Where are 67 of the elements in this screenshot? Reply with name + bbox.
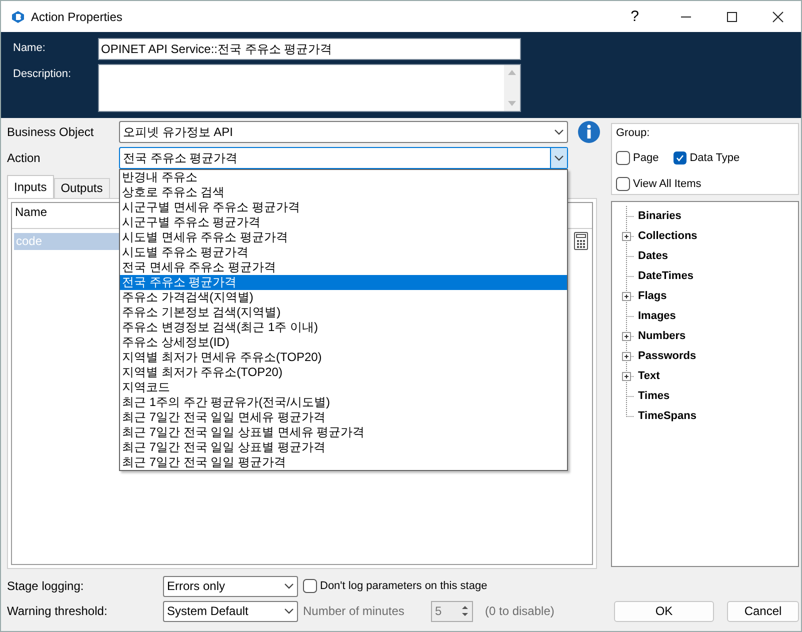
app-logo-icon — [11, 10, 25, 24]
stage-logging-label: Stage logging: — [7, 579, 85, 593]
hint-text: (0 to disable) — [485, 604, 554, 618]
dropdown-option[interactable]: 시군구별 면세유 주유소 평균가격 — [120, 200, 567, 215]
tree-item[interactable]: Passwords — [638, 350, 696, 362]
expand-icon[interactable] — [620, 346, 636, 366]
tree-item[interactable]: DateTimes — [638, 270, 694, 282]
dropdown-option[interactable]: 시군구별 주유소 평균가격 — [120, 215, 567, 230]
tree-item[interactable]: Dates — [638, 250, 668, 262]
name-field[interactable]: OPINET API Service::전국 주유소 평균가격 — [98, 38, 521, 60]
dropdown-option[interactable]: 최근 7일간 전국 일일 평균가격 — [120, 455, 567, 470]
dropdown-option[interactable]: 전국 면세유 주유소 평균가격 — [120, 260, 567, 275]
tree-item[interactable]: Text — [638, 370, 660, 382]
dialog-button[interactable]: Cancel — [727, 600, 799, 622]
dropdown-option[interactable]: 최근 7일간 전국 일일 면세유 평균가격 — [120, 410, 567, 425]
dialog-button[interactable]: OK — [614, 600, 714, 622]
tab[interactable]: Outputs — [54, 178, 110, 198]
window-title: Action Properties — [31, 10, 122, 24]
column-header: Name — [15, 205, 48, 219]
dropdown-option[interactable]: 지역코드 — [120, 380, 567, 395]
dropdown[interactable]: 전국 주유소 평균가격 — [119, 147, 568, 169]
expand-icon[interactable] — [620, 326, 636, 346]
checkbox[interactable] — [303, 579, 317, 593]
minutes-label: Number of minutes — [303, 604, 406, 618]
expand-icon[interactable] — [620, 226, 636, 246]
tree-item[interactable]: Flags — [638, 290, 667, 302]
tree-item[interactable]: Times — [638, 390, 670, 402]
dropdown-option[interactable]: 최근 1주의 주간 평균유가(전국/시도별) — [120, 395, 567, 410]
checkbox[interactable] — [672, 151, 687, 165]
checkbox-label[interactable]: Page — [633, 152, 659, 164]
checkbox[interactable] — [616, 177, 630, 191]
action-label: Action — [7, 151, 42, 165]
description-field[interactable] — [98, 64, 521, 112]
dropdown-option[interactable]: 주유소 기본정보 검색(지역별) — [120, 305, 567, 320]
dropdown-option[interactable]: 상호로 주유소 검색 — [120, 185, 567, 200]
description-label: Description: — [13, 67, 72, 80]
checkbox-label[interactable]: Don't log parameters on this stage — [320, 580, 488, 592]
tree-item[interactable]: Images — [638, 310, 676, 322]
expand-icon[interactable] — [620, 286, 636, 306]
dropdown-option[interactable]: 전국 주유소 평균가격 — [120, 275, 567, 290]
dropdown-option[interactable]: 주유소 가격검색(지역별) — [120, 290, 567, 305]
scrollbar-icon[interactable] — [504, 65, 520, 111]
checkbox-label[interactable]: View All Items — [633, 178, 702, 190]
calculator-icon[interactable] — [573, 232, 589, 250]
dropdown-option[interactable]: 주유소 변경정보 검색(최근 1주 이내) — [120, 320, 567, 335]
tree-item[interactable]: TimeSpans — [638, 410, 696, 422]
tab[interactable]: Inputs — [7, 175, 54, 198]
dropdown-option[interactable]: 최근 7일간 전국 일일 상표별 면세유 평균가격 — [120, 425, 567, 440]
dropdown-option[interactable]: 최근 7일간 전국 일일 상표별 평균가격 — [120, 440, 567, 455]
tree-item[interactable]: Numbers — [638, 330, 686, 342]
tree-item[interactable]: Binaries — [638, 210, 682, 222]
dropdown-option[interactable]: 지역별 최저가 주유소(TOP20) — [120, 365, 567, 380]
dropdown-option[interactable]: 주유소 상세정보(ID) — [120, 335, 567, 350]
help-button[interactable]: ? — [620, 8, 649, 25]
group-label: Group: — [616, 127, 651, 141]
business-object-label: Business Object — [7, 125, 95, 139]
expand-icon[interactable] — [620, 366, 636, 386]
info-icon[interactable] — [578, 121, 600, 143]
warning-threshold-label: Warning threshold: — [7, 604, 108, 618]
tree-item[interactable]: Collections — [638, 230, 698, 242]
checkbox[interactable] — [616, 151, 630, 165]
dropdown-option[interactable]: 반경내 주유소 — [120, 170, 567, 185]
name-label: Name: — [13, 41, 46, 54]
dropdown[interactable]: Errors only — [163, 576, 298, 596]
dropdown-option[interactable]: 지역별 최저가 면세유 주유소(TOP20) — [120, 350, 567, 365]
dropdown[interactable]: 오피넷 유가정보 API — [119, 121, 568, 143]
checkbox-label[interactable]: Data Type — [690, 152, 740, 164]
